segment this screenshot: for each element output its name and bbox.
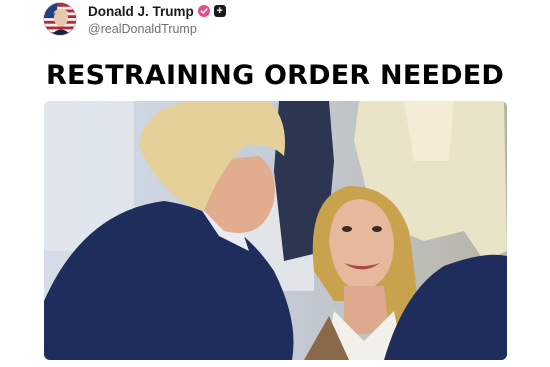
post-header: Donald J. Trump + @realDonaldTrump (43, 0, 226, 38)
avatar[interactable] (43, 2, 77, 36)
avatar-flag-image (44, 3, 76, 35)
author-handle[interactable]: @realDonaldTrump (88, 22, 226, 36)
verified-badge-icon (197, 5, 210, 17)
plus-icon: + (213, 5, 226, 17)
author-display-name[interactable]: Donald J. Trump (88, 4, 194, 19)
post-photo[interactable] (44, 101, 507, 360)
author-info: Donald J. Trump + @realDonaldTrump (88, 3, 226, 36)
photo-scene (44, 101, 507, 360)
post-headline: RESTRAINING ORDER NEEDED (46, 60, 504, 91)
